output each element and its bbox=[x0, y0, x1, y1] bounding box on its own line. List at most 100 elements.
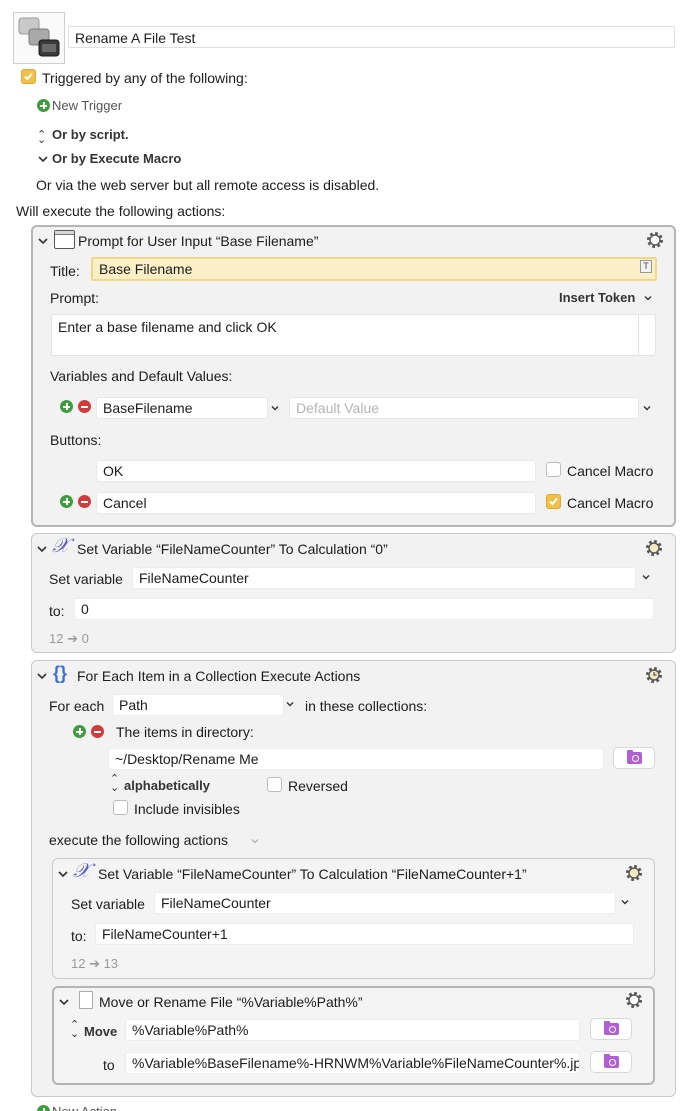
sort-order-popup[interactable]: alphabetically bbox=[124, 777, 210, 795]
variable-name-field[interactable]: BaseFilename bbox=[96, 397, 268, 419]
folder-button[interactable] bbox=[613, 747, 655, 769]
action-title: Prompt for User Input “Base Filename” bbox=[78, 233, 319, 249]
collapse-chevron-icon[interactable] bbox=[37, 235, 49, 247]
macro-icon[interactable] bbox=[13, 12, 65, 64]
remove-button-icon[interactable] bbox=[78, 495, 91, 508]
button-cancel-field[interactable]: Cancel bbox=[96, 492, 536, 514]
gear-icon[interactable] bbox=[624, 863, 644, 883]
triggered-checkbox[interactable] bbox=[21, 69, 36, 84]
action-title: Set Variable “FileNameCounter” To Calcul… bbox=[98, 866, 527, 882]
title-field[interactable]: Base Filename bbox=[91, 257, 657, 281]
inner-move-rename-action[interactable]: Move or Rename File “%Variable%Path%” ⌃ ⌄… bbox=[52, 986, 655, 1085]
collapse-chevron-icon[interactable] bbox=[58, 996, 70, 1008]
braces-icon: {} bbox=[53, 663, 68, 683]
or-by-execute-macro[interactable]: Or by Execute Macro bbox=[52, 150, 181, 168]
collection-type-label: The items in directory: bbox=[116, 724, 254, 740]
to-label: to bbox=[103, 1057, 115, 1073]
cancel-macro-label-cancel: Cancel Macro bbox=[567, 495, 654, 511]
move-mode-popup[interactable]: Move bbox=[84, 1023, 117, 1041]
include-invisibles-label: Include invisibles bbox=[134, 801, 240, 817]
collapse-chevron-icon[interactable] bbox=[36, 670, 48, 682]
include-invisibles-checkbox[interactable] bbox=[113, 800, 128, 815]
gear-icon[interactable] bbox=[645, 230, 665, 250]
for-each-label: For each bbox=[49, 698, 105, 714]
calculation-x-icon: 𝒳 bbox=[73, 858, 91, 882]
remove-collection-icon[interactable] bbox=[91, 725, 104, 738]
for-each-variable-field[interactable]: Path bbox=[112, 694, 284, 716]
execute-actions-chevron-icon[interactable] bbox=[249, 835, 261, 847]
set-variable-label: Set variable bbox=[49, 571, 123, 587]
cancel-macro-checkbox-ok[interactable] bbox=[546, 462, 561, 477]
move-updown-icon[interactable]: ⌃ ⌄ bbox=[70, 1020, 79, 1040]
action-title: Move or Rename File “%Variable%Path%” bbox=[99, 994, 363, 1010]
gear-clock-icon[interactable] bbox=[644, 665, 664, 685]
will-execute-label: Will execute the following actions: bbox=[16, 203, 226, 219]
source-folder-button[interactable] bbox=[590, 1018, 632, 1040]
calculation-preview: 12 ➔ 0 bbox=[49, 631, 89, 646]
for-each-variable-chevron-icon[interactable] bbox=[284, 698, 296, 710]
sort-updown-icon[interactable]: ⌃ ⌄ bbox=[110, 774, 119, 794]
new-trigger-plus-icon[interactable] bbox=[37, 99, 50, 112]
action-title: For Each Item in a Collection Execute Ac… bbox=[77, 668, 361, 684]
variable-field[interactable]: FileNameCounter bbox=[154, 892, 616, 914]
collapse-chevron-icon[interactable] bbox=[57, 868, 69, 880]
textarea-scrollbar[interactable] bbox=[638, 315, 639, 355]
folder-icon bbox=[604, 1021, 619, 1035]
window-icon bbox=[54, 230, 75, 249]
set-variable-label: Set variable bbox=[71, 896, 145, 912]
web-server-note: Or via the web server but all remote acc… bbox=[36, 177, 380, 193]
calculation-preview: 12 ➔ 13 bbox=[71, 956, 119, 971]
calculation-field[interactable]: 0 bbox=[74, 598, 654, 620]
cancel-macro-checkbox-cancel[interactable] bbox=[546, 494, 561, 509]
set-variable-action[interactable]: 𝒳 Set Variable “FileNameCounter” To Calc… bbox=[31, 533, 676, 653]
add-collection-icon[interactable] bbox=[73, 725, 86, 738]
title-label: Title: bbox=[50, 263, 80, 279]
insert-token-menu[interactable]: Insert Token bbox=[559, 289, 635, 307]
folder-icon bbox=[604, 1054, 619, 1068]
gear-icon[interactable] bbox=[624, 990, 644, 1010]
calculation-field[interactable]: FileNameCounter+1 bbox=[95, 923, 634, 945]
default-value-field[interactable]: Default Value bbox=[289, 397, 639, 419]
new-action-button[interactable]: New Action bbox=[52, 1103, 117, 1111]
remove-variable-icon[interactable] bbox=[78, 400, 91, 413]
calculation-x-icon: 𝒳 bbox=[52, 533, 70, 557]
action-title: Set Variable “FileNameCounter” To Calcul… bbox=[77, 541, 388, 557]
cancel-macro-label-ok: Cancel Macro bbox=[567, 463, 654, 479]
prompt-action[interactable]: Prompt for User Input “Base Filename” Ti… bbox=[31, 225, 676, 527]
variable-dropdown-chevron-icon[interactable] bbox=[269, 402, 281, 414]
add-variable-icon[interactable] bbox=[60, 400, 73, 413]
vars-label: Variables and Default Values: bbox=[50, 368, 233, 384]
triggered-label: Triggered by any of the following: bbox=[42, 70, 248, 86]
updown-chevron-icon-2: ⌄ bbox=[37, 134, 47, 146]
directory-field[interactable]: ~/Desktop/Rename Me bbox=[108, 748, 604, 770]
prompt-textarea[interactable]: Enter a base filename and click OK bbox=[51, 314, 656, 356]
in-collections-label: in these collections: bbox=[305, 698, 428, 714]
execute-actions-label: execute the following actions bbox=[49, 832, 228, 848]
variable-dropdown-chevron-icon[interactable] bbox=[640, 571, 652, 583]
default-dropdown-chevron-icon[interactable] bbox=[641, 402, 653, 414]
or-by-script[interactable]: Or by script. bbox=[52, 126, 129, 144]
to-label: to: bbox=[71, 928, 87, 944]
collapse-chevron-icon[interactable] bbox=[36, 543, 48, 555]
variable-dropdown-chevron-icon[interactable] bbox=[619, 896, 631, 908]
gear-icon[interactable] bbox=[644, 538, 664, 558]
insert-token-chevron-icon[interactable] bbox=[642, 292, 654, 304]
add-button-icon[interactable] bbox=[60, 495, 73, 508]
new-trigger-button[interactable]: New Trigger bbox=[52, 97, 122, 115]
button-ok-field[interactable]: OK bbox=[96, 460, 536, 482]
variable-field[interactable]: FileNameCounter bbox=[132, 567, 636, 589]
macro-name-field[interactable]: Rename A File Test bbox=[68, 26, 675, 48]
destination-folder-button[interactable] bbox=[590, 1051, 632, 1073]
document-icon bbox=[79, 991, 93, 1009]
destination-field[interactable]: %Variable%BaseFilename%-HRNWM%Variable%F… bbox=[125, 1052, 580, 1074]
to-label: to: bbox=[49, 603, 65, 619]
reversed-label: Reversed bbox=[288, 778, 348, 794]
for-each-action[interactable]: {} For Each Item in a Collection Execute… bbox=[31, 660, 676, 1097]
reversed-checkbox[interactable] bbox=[267, 777, 282, 792]
token-badge[interactable]: T bbox=[640, 260, 652, 273]
inner-set-variable-action[interactable]: 𝒳 Set Variable “FileNameCounter” To Calc… bbox=[52, 858, 655, 979]
source-field[interactable]: %Variable%Path% bbox=[125, 1019, 580, 1041]
new-action-plus-icon[interactable] bbox=[37, 1105, 50, 1111]
chevron-down-icon[interactable] bbox=[37, 153, 49, 165]
prompt-label: Prompt: bbox=[50, 290, 100, 306]
